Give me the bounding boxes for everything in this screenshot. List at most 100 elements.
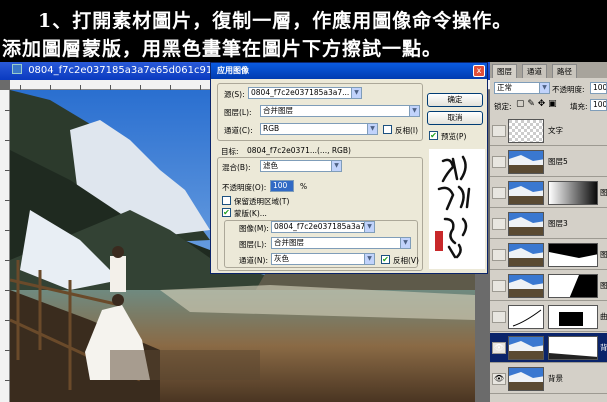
mask-image-label: 图像(M): <box>239 224 269 233</box>
tutorial-banner: 1、打開素材圖片，復制一層，作應用圖像命令操作。 添加圖層蒙版，用黑色畫筆在圖片… <box>0 0 607 62</box>
panel-tabs: 图层 通道 路径 <box>490 62 607 78</box>
invert-label: 反相(I) <box>395 126 419 135</box>
layer-thumbnail[interactable] <box>508 274 544 298</box>
layer-name: 背景 <box>548 374 563 383</box>
eye-icon[interactable] <box>492 280 506 292</box>
photoshop-icon <box>12 64 22 74</box>
fill-label: 填充: <box>570 102 588 111</box>
cancel-button[interactable]: 取消 <box>427 111 483 125</box>
layer-options-row: 正常▼ 不透明度: 100% <box>490 80 607 98</box>
opacity-input[interactable]: 100 <box>270 180 294 192</box>
opacity-unit: % <box>300 182 308 191</box>
layer-thumbnail[interactable] <box>508 119 544 143</box>
ok-button[interactable]: 确定 <box>427 93 483 107</box>
layer-name: 图层 <box>600 281 607 290</box>
layer-row[interactable]: 图层 <box>490 178 607 208</box>
layer-thumbnail[interactable] <box>508 336 544 360</box>
chevron-down-icon: ▼ <box>539 83 549 93</box>
mask-invert-label: 反相(V) <box>393 256 419 265</box>
lock-icon[interactable]: ▢ ✎ ✥ ▣ <box>516 99 557 109</box>
close-icon[interactable]: x <box>473 65 485 77</box>
mask-invert-checkbox[interactable]: ✔ <box>381 255 390 264</box>
eye-icon[interactable] <box>492 187 506 199</box>
channel-label: 通道(C): <box>224 126 253 135</box>
dialog-title[interactable]: 应用图像 <box>211 63 487 79</box>
layer-name: 背景 <box>600 343 607 352</box>
layer-label: 图层(L): <box>224 108 252 117</box>
blending-group: 混合(B): 滤色 ▼ 不透明度(O): 100 % 保留透明区域(T) ✔ 蒙版… <box>217 157 423 271</box>
mask-channel-label: 通道(N): <box>239 256 268 265</box>
layer-select[interactable]: 合并图层 ▼ <box>260 105 420 117</box>
calligraphy-signature <box>429 149 485 269</box>
eye-icon[interactable]: 👁 <box>492 342 506 354</box>
target-value: 0804_f7c2e0371...(..., RGB) <box>247 146 351 155</box>
mask-group: 图像(M): 0804_f7c2e037185a3a7... ▼ 图层(L): 合… <box>224 220 419 268</box>
source-group: 源(S): 0804_f7c2e037185a3a7... ▼ 图层(L): 合并… <box>217 83 423 141</box>
opacity-label: 不透明度(O): <box>222 183 267 192</box>
layer-name: 图层 <box>600 188 607 197</box>
eye-icon[interactable] <box>492 156 506 168</box>
mask-image-select[interactable]: 0804_f7c2e037185a3a7... ▼ <box>271 221 375 233</box>
chevron-down-icon: ▼ <box>364 222 374 232</box>
eye-icon[interactable] <box>492 125 506 137</box>
layer-thumbnail[interactable] <box>508 181 544 205</box>
layer-row[interactable]: 图层 <box>490 271 607 301</box>
channel-select[interactable]: RGB ▼ <box>260 123 378 135</box>
blend-select[interactable]: 滤色 ▼ <box>260 160 342 172</box>
eye-icon[interactable]: 👁 <box>492 373 506 385</box>
invert-checkbox[interactable] <box>383 125 392 134</box>
tab-channels[interactable]: 通道 <box>522 64 547 78</box>
layer-thumbnail[interactable] <box>508 367 544 391</box>
layer-thumbnail[interactable] <box>508 243 544 267</box>
tab-layers[interactable]: 图层 <box>492 64 517 78</box>
layer-mask-thumbnail[interactable] <box>548 274 598 298</box>
blend-label: 混合(B): <box>222 163 251 172</box>
eye-icon[interactable] <box>492 218 506 230</box>
layer-thumbnail[interactable] <box>508 305 544 329</box>
chevron-down-icon: ▼ <box>367 124 377 134</box>
layer-mask-thumbnail[interactable] <box>548 305 598 329</box>
apply-image-dialog: 应用图像 x 源(S): 0804_f7c2e037185a3a7... ▼ 图层… <box>210 62 488 274</box>
layer-row[interactable]: 图层3 <box>490 209 607 239</box>
eye-icon[interactable] <box>492 311 506 323</box>
preserve-transparency-label: 保留透明区域(T) <box>234 197 290 206</box>
chevron-down-icon: ▼ <box>351 88 361 98</box>
chevron-down-icon: ▼ <box>331 161 341 171</box>
layer-mask-thumbnail[interactable] <box>548 336 598 360</box>
layer-thumbnail[interactable] <box>508 212 544 236</box>
layer-name: 文字 <box>548 126 563 135</box>
layer-mask-thumbnail[interactable] <box>548 181 598 205</box>
fill-input[interactable]: 100% <box>590 99 607 111</box>
signature-seal-image <box>435 155 471 259</box>
lock-row: 锁定: ▢ ✎ ✥ ▣ 填充: 100% <box>490 98 607 114</box>
vertical-ruler[interactable] <box>0 90 10 402</box>
chevron-down-icon: ▼ <box>400 238 410 248</box>
source-select[interactable]: 0804_f7c2e037185a3a7... ▼ <box>248 87 362 99</box>
layer-row[interactable]: 曲线 <box>490 302 607 332</box>
preview-checkbox[interactable]: ✔ <box>429 131 438 140</box>
layer-row[interactable]: 👁 背景 <box>490 364 607 394</box>
layer-row[interactable]: 图层5 <box>490 147 607 177</box>
layer-row[interactable]: 文字 <box>490 116 607 146</box>
chevron-down-icon: ▼ <box>409 106 419 116</box>
layer-name: 图层5 <box>548 157 568 166</box>
mask-layer-select[interactable]: 合并图层 ▼ <box>271 237 411 249</box>
panel-opacity-input[interactable]: 100% <box>590 82 607 94</box>
banner-line-1: 1、打開素材圖片，復制一層，作應用圖像命令操作。 <box>38 10 513 32</box>
preserve-transparency-checkbox[interactable] <box>222 196 231 205</box>
layer-thumbnail[interactable] <box>508 150 544 174</box>
tab-paths[interactable]: 路径 <box>552 64 577 78</box>
blend-mode-select[interactable]: 正常 ▼ <box>494 82 550 94</box>
chevron-down-icon: ▼ <box>364 254 374 264</box>
mask-label: 蒙版(K)... <box>234 209 267 218</box>
layer-mask-thumbnail[interactable] <box>548 243 598 267</box>
mask-checkbox[interactable]: ✔ <box>222 208 231 217</box>
layer-name: 图层3 <box>548 219 568 228</box>
layer-name: 图层 <box>600 250 607 259</box>
mask-channel-select[interactable]: 灰色 ▼ <box>271 253 375 265</box>
layers-panel: 图层 通道 路径 正常▼ 不透明度: 100% 锁定: ▢ ✎ ✥ ▣ 填充: … <box>490 62 607 402</box>
target-label: 目标: <box>221 147 239 156</box>
eye-icon[interactable] <box>492 249 506 261</box>
layer-row[interactable]: 👁 背景 <box>490 333 607 363</box>
layer-row[interactable]: 图层 <box>490 240 607 270</box>
